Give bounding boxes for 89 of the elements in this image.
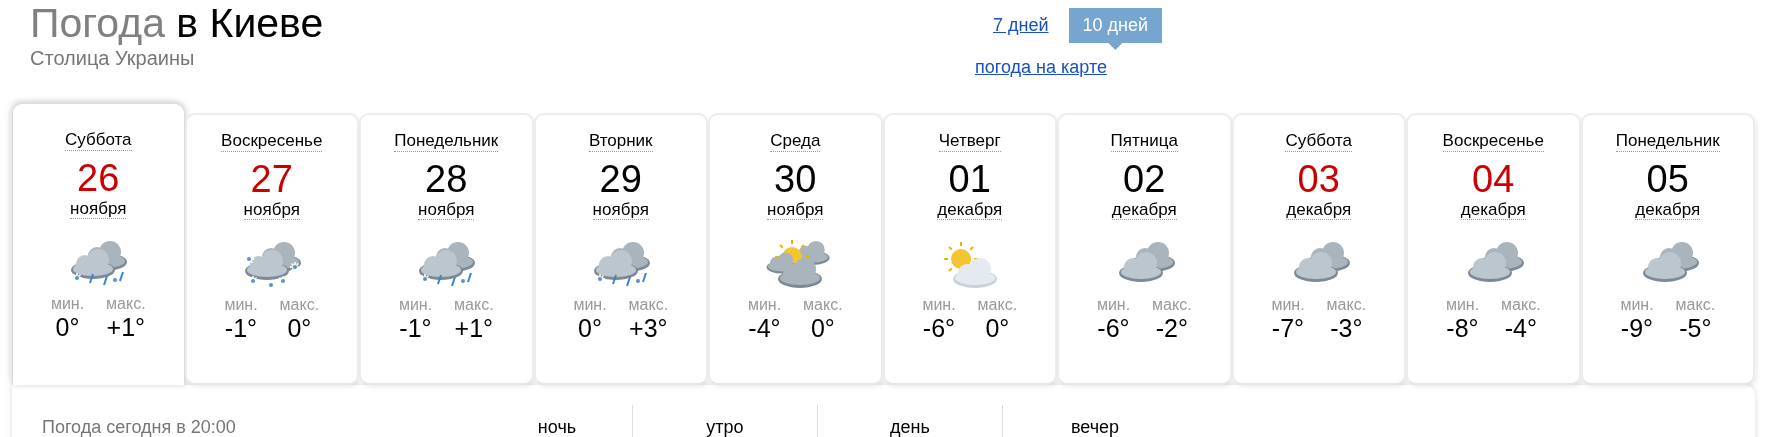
date-number: 03 bbox=[1297, 158, 1340, 200]
weekday: Четверг bbox=[938, 131, 1001, 152]
max-label: макс. bbox=[1326, 296, 1367, 314]
weekday: Суббота bbox=[1285, 131, 1353, 152]
min-label: мин. bbox=[1620, 296, 1654, 314]
min-temperature: -4° bbox=[748, 314, 781, 342]
day-card[interactable]: Понедельник 05 декабря мин. -9° макс. -5° bbox=[1580, 113, 1755, 385]
date-number: 27 bbox=[250, 158, 293, 200]
weekday: Пятница bbox=[1110, 131, 1178, 152]
month: декабря bbox=[1111, 200, 1177, 220]
time-of-day: день bbox=[817, 405, 1002, 437]
date-number: 01 bbox=[948, 158, 991, 200]
max-temperature: -2° bbox=[1155, 314, 1188, 342]
min-temperature: -6° bbox=[1097, 314, 1130, 342]
day-card[interactable]: Четверг 01 декабря мин. -6° макс. 0° bbox=[882, 113, 1057, 385]
min-temperature: -1° bbox=[224, 314, 258, 342]
day-card[interactable]: Вторник 29 ноября мин. 0° макс. +3° bbox=[533, 113, 708, 385]
min-label: мин. bbox=[747, 296, 782, 314]
month: ноября bbox=[70, 199, 127, 219]
time-of-day: утро bbox=[632, 405, 817, 437]
date-number: 26 bbox=[77, 157, 120, 199]
min-label: мин. bbox=[1445, 296, 1480, 314]
max-label: макс. bbox=[628, 296, 669, 314]
date-number: 29 bbox=[599, 158, 642, 200]
max-temperature: +3° bbox=[629, 314, 668, 342]
min-temperature: -7° bbox=[1271, 314, 1305, 342]
date-number: 28 bbox=[425, 158, 468, 200]
max-label: макс. bbox=[279, 296, 320, 314]
date-number: 02 bbox=[1123, 158, 1166, 200]
max-temperature: -4° bbox=[1504, 314, 1537, 342]
time-of-day: ночь bbox=[482, 405, 632, 437]
month: ноября bbox=[243, 200, 300, 220]
weekday: Понедельник bbox=[394, 131, 499, 152]
max-label: макс. bbox=[1501, 296, 1541, 314]
max-label: макс. bbox=[977, 296, 1018, 314]
min-temperature: 0° bbox=[578, 314, 602, 342]
map-link[interactable]: погода на карте bbox=[975, 57, 1107, 78]
day-card[interactable]: Среда 30 ноября мин. -4° макс. 0° bbox=[708, 113, 883, 385]
weekday: Воскресенье bbox=[1442, 131, 1544, 152]
min-label: мин. bbox=[50, 295, 85, 313]
min-label: мин. bbox=[1096, 296, 1131, 314]
day-card[interactable]: Суббота 03 декабря мин. -7° макс. -3° bbox=[1231, 113, 1406, 385]
max-temperature: -5° bbox=[1679, 314, 1712, 342]
today-title: Погода сегодня в 20:00 bbox=[42, 417, 237, 437]
month: декабря bbox=[1286, 200, 1352, 220]
date-number: 05 bbox=[1646, 158, 1689, 200]
day-card[interactable]: Понедельник 28 ноября мин. -1° макс. +1° bbox=[359, 113, 534, 385]
day-card[interactable]: Воскресенье 27 ноября мин. -1° макс. 0° bbox=[184, 113, 359, 385]
min-label: мин. bbox=[224, 296, 258, 314]
weekday: Суббота bbox=[64, 130, 132, 151]
weekday: Среда bbox=[770, 131, 821, 152]
max-temperature: -3° bbox=[1330, 314, 1363, 342]
max-label: макс. bbox=[1152, 296, 1192, 314]
month: декабря bbox=[1635, 200, 1701, 220]
min-temperature: 0° bbox=[55, 313, 80, 341]
time-of-day: вечер bbox=[1002, 405, 1187, 437]
min-label: мин. bbox=[1271, 296, 1305, 314]
page-subtitle: Столица Украины bbox=[30, 46, 196, 70]
max-temperature: +1° bbox=[454, 314, 494, 342]
min-temperature: -6° bbox=[922, 314, 956, 342]
month: ноября bbox=[592, 200, 649, 220]
min-temperature: -1° bbox=[399, 314, 432, 342]
max-label: макс. bbox=[803, 296, 843, 314]
day-card[interactable]: Пятница 02 декабря мин. -6° макс. -2° bbox=[1057, 113, 1232, 385]
day-card[interactable]: Суббота 26 ноября мин. 0° макс. +1° bbox=[12, 103, 185, 385]
day-card[interactable]: Воскресенье 04 декабря мин. -8° макс. -4° bbox=[1406, 113, 1581, 385]
max-label: макс. bbox=[106, 295, 146, 313]
date-number: 30 bbox=[774, 158, 817, 200]
min-temperature: -9° bbox=[1620, 314, 1654, 342]
weekday: Воскресенье bbox=[221, 131, 323, 152]
month: ноября bbox=[767, 200, 824, 220]
page-title: Погода в Киеве bbox=[30, 0, 325, 46]
max-temperature: 0° bbox=[810, 314, 835, 342]
min-label: мин. bbox=[922, 296, 956, 314]
max-temperature: 0° bbox=[985, 314, 1010, 342]
max-label: макс. bbox=[1675, 296, 1716, 314]
month: декабря bbox=[937, 200, 1003, 220]
date-number: 04 bbox=[1472, 158, 1515, 200]
min-temperature: -8° bbox=[1446, 314, 1479, 342]
month: ноября bbox=[418, 200, 475, 220]
min-label: мин. bbox=[398, 296, 433, 314]
max-temperature: +1° bbox=[106, 313, 146, 341]
max-label: макс. bbox=[454, 296, 494, 314]
min-label: мин. bbox=[573, 296, 607, 314]
weekday: Вторник bbox=[588, 131, 653, 152]
max-temperature: 0° bbox=[287, 314, 312, 342]
period-link[interactable]: 7 дней bbox=[993, 15, 1049, 36]
weekday: Понедельник bbox=[1615, 131, 1720, 152]
month: декабря bbox=[1460, 200, 1526, 220]
